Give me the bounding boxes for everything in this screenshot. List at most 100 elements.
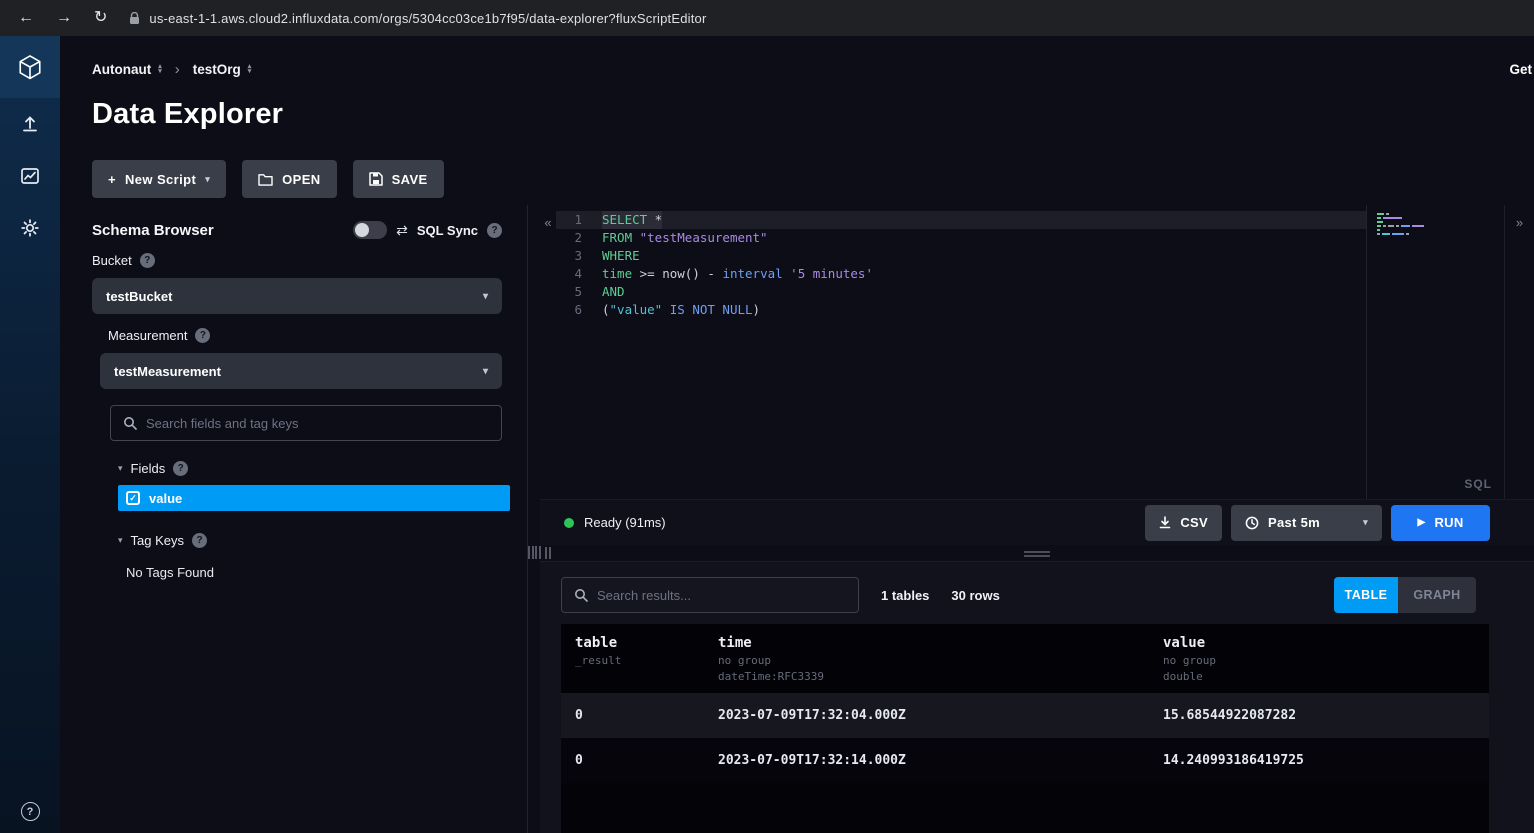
tab-table[interactable]: TABLE [1334, 577, 1398, 613]
table-cell: 0 [561, 753, 704, 768]
address-bar[interactable]: us-east-1-1.aws.cloud2.influxdata.com/or… [129, 11, 706, 26]
fields-help-icon[interactable]: ? [173, 461, 188, 476]
field-checkbox[interactable]: ✓ [126, 491, 140, 505]
fields-section-label: Fields [131, 461, 166, 476]
code-line[interactable]: 4time >= now() - interval '5 minutes' [556, 265, 1366, 283]
fields-caret-icon[interactable]: ▾ [118, 463, 123, 474]
code-line[interactable]: 2FROM "testMeasurement" [556, 229, 1366, 247]
schema-browser-panel: Schema Browser ⇄ SQL Sync ? Bucket ? tes… [60, 205, 524, 833]
org-name: Autonaut [92, 62, 151, 77]
script-toolbar: + New Script ▾ OPEN SAVE [60, 144, 1534, 205]
clock-icon [1245, 516, 1259, 530]
line-number: 3 [556, 247, 582, 265]
bucket-selected-value: testBucket [106, 289, 172, 304]
column-header: table_result [561, 635, 704, 683]
workspace-name: testOrg [193, 62, 241, 77]
tab-graph[interactable]: GRAPH [1398, 577, 1476, 613]
run-button[interactable]: ▶ RUN [1391, 505, 1490, 541]
refresh-icon[interactable]: ↻ [94, 10, 107, 26]
fields-search-input[interactable] [146, 416, 489, 431]
collapse-left-icon[interactable]: « [540, 205, 556, 499]
bucket-help-icon[interactable]: ? [140, 253, 155, 268]
table-cell: 14.240993186419725 [1149, 753, 1489, 768]
help-icon[interactable]: ? [21, 802, 40, 821]
line-number: 6 [556, 301, 582, 319]
forward-icon[interactable]: → [56, 10, 72, 26]
gear-nav-icon[interactable] [0, 202, 60, 254]
influxdb-logo[interactable] [0, 36, 60, 98]
chevron-down-icon: ▾ [483, 291, 488, 302]
workspace-sort-icon: ▴▾ [248, 64, 252, 74]
view-tabs: TABLE GRAPH [1334, 577, 1476, 613]
results-resize-divider[interactable] [540, 545, 1534, 561]
tables-count: 1 tables [881, 588, 929, 603]
code-line[interactable]: 1SELECT * [556, 211, 1366, 229]
sql-sync-help-icon[interactable]: ? [487, 223, 502, 238]
page-title: Data Explorer [60, 90, 1534, 144]
table-cell: 2023-07-09T17:32:04.000Z [704, 708, 1149, 723]
results-table-overflow [561, 783, 1489, 833]
collapse-right-icon[interactable]: » [1504, 205, 1534, 499]
field-row-value[interactable]: ✓ value [118, 485, 510, 511]
sql-sync-icon: ⇄ [396, 222, 408, 239]
code-editor: « 1SELECT *2FROM "testMeasurement"3WHERE… [540, 205, 1534, 499]
drag-handle-icon[interactable] [545, 547, 551, 559]
save-button[interactable]: SAVE [353, 160, 444, 198]
language-badge: SQL [1464, 477, 1492, 491]
chevron-down-icon: ▾ [1363, 517, 1368, 528]
graphs-nav-icon[interactable] [0, 150, 60, 202]
line-number: 1 [556, 211, 582, 229]
bucket-label: Bucket [92, 253, 132, 268]
upload-nav-icon[interactable] [0, 98, 60, 150]
results-search-box [561, 577, 859, 613]
csv-button[interactable]: CSV [1145, 505, 1222, 541]
download-icon [1159, 516, 1171, 529]
measurement-selected-value: testMeasurement [114, 364, 221, 379]
time-range-button[interactable]: Past 5m ▾ [1231, 505, 1382, 541]
magnifier-icon [123, 416, 137, 430]
code-line[interactable]: 3WHERE [556, 247, 1366, 265]
script-editor-panel: « 1SELECT *2FROM "testMeasurement"3WHERE… [540, 205, 1534, 833]
line-number: 4 [556, 265, 582, 283]
table-row[interactable]: 02023-07-09T17:32:04.000Z15.685449220872… [561, 693, 1489, 738]
tag-keys-caret-icon[interactable]: ▾ [118, 535, 123, 546]
new-script-button[interactable]: + New Script ▾ [92, 160, 226, 198]
code-lines[interactable]: 1SELECT *2FROM "testMeasurement"3WHERE4t… [556, 205, 1366, 499]
code-line[interactable]: 6("value" IS NOT NULL) [556, 301, 1366, 319]
schema-browser-title: Schema Browser [92, 222, 214, 239]
get-started-link[interactable]: Get [1509, 62, 1532, 77]
org-dropdown[interactable]: Autonaut ▴▾ [92, 62, 162, 77]
panel-resize-divider[interactable] [524, 205, 540, 833]
workspace-dropdown[interactable]: testOrg ▴▾ [193, 62, 252, 77]
drag-handle-icon[interactable] [528, 546, 534, 559]
line-number: 2 [556, 229, 582, 247]
lock-icon [129, 12, 140, 25]
url-text: us-east-1-1.aws.cloud2.influxdata.com/or… [149, 11, 706, 26]
table-cell: 2023-07-09T17:32:14.000Z [704, 753, 1149, 768]
org-sort-icon: ▴▾ [158, 64, 162, 74]
results-search-input[interactable] [597, 588, 846, 603]
open-button[interactable]: OPEN [242, 160, 336, 198]
sql-sync-toggle[interactable] [353, 221, 387, 239]
field-name: value [149, 491, 182, 506]
chevron-down-icon: ▾ [205, 174, 210, 185]
measurement-help-icon[interactable]: ? [195, 328, 210, 343]
rows-count: 30 rows [951, 588, 999, 603]
bucket-dropdown[interactable]: testBucket ▾ [92, 278, 502, 314]
app-sidebar: ? [0, 36, 60, 833]
back-icon[interactable]: ← [18, 10, 34, 26]
table-cell: 15.68544922087282 [1149, 708, 1489, 723]
floppy-icon [369, 172, 383, 186]
code-line[interactable]: 5AND [556, 283, 1366, 301]
table-row[interactable]: 02023-07-09T17:32:14.000Z14.240993186419… [561, 738, 1489, 783]
drag-handle-icon[interactable] [1024, 551, 1050, 559]
minimap[interactable] [1366, 205, 1504, 499]
results-table: table_resulttimeno groupdateTime:RFC3339… [561, 624, 1489, 833]
measurement-dropdown[interactable]: testMeasurement ▾ [100, 353, 502, 389]
editor-status-bar: Ready (91ms) CSV [540, 499, 1534, 545]
tag-keys-help-icon[interactable]: ? [192, 533, 207, 548]
fields-search-box [110, 405, 502, 441]
plus-icon: + [108, 172, 116, 187]
table-cell: 0 [561, 708, 704, 723]
measurement-label: Measurement [108, 328, 187, 343]
